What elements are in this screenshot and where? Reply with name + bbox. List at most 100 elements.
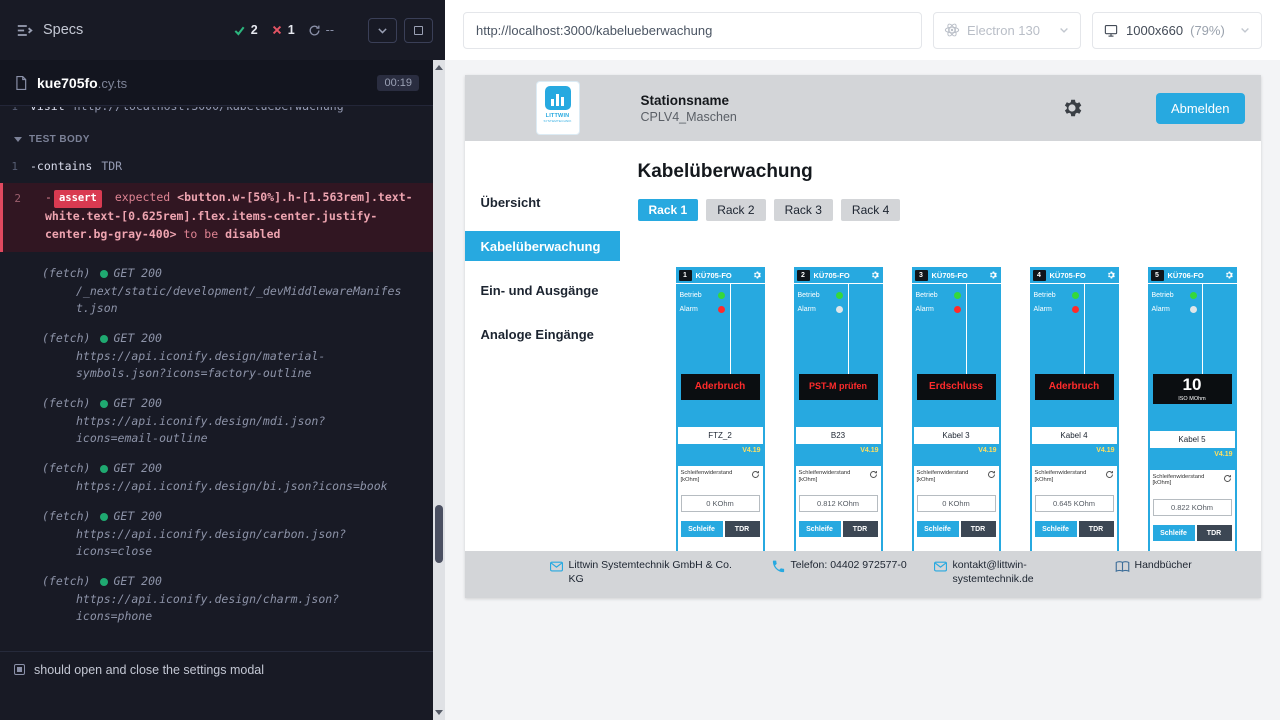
request-url: https://api.iconify.design/bi.json?icons… — [76, 478, 402, 495]
url-input[interactable] — [463, 12, 922, 49]
schleife-button[interactable]: Schleife — [1035, 521, 1077, 537]
app-sidebar: Übersicht Kabelüberwachung Ein- und Ausg… — [465, 141, 620, 551]
cable-name[interactable]: Kabel 5 — [1150, 431, 1235, 448]
cross-icon — [271, 24, 283, 36]
refresh-icon[interactable] — [751, 470, 760, 479]
card-settings-gear-icon[interactable] — [1224, 270, 1234, 280]
command-contains[interactable]: 1 -contains TDR — [0, 158, 433, 175]
email-icon — [933, 559, 948, 574]
station-info: Stationsname CPLV4_Maschen — [641, 93, 737, 124]
footer-manuals[interactable]: Handbücher — [1115, 559, 1192, 574]
settings-gear-icon[interactable] — [1060, 96, 1084, 120]
slot-number: 5 — [1151, 270, 1164, 281]
viewport-selector[interactable]: 1000x660 (79%) — [1092, 12, 1262, 49]
resistance-label: Schleifenwiderstand [kOhm] — [917, 470, 985, 483]
cable-name[interactable]: Kabel 4 — [1032, 427, 1117, 444]
scroll-down-arrow[interactable] — [435, 710, 443, 715]
card-settings-gear-icon[interactable] — [1106, 270, 1116, 280]
sidebar-item[interactable]: Ein- und Ausgänge — [465, 275, 620, 305]
network-log-row[interactable]: (fetch) GET 200 https://api.iconify.desi… — [0, 460, 433, 495]
schleife-button[interactable]: Schleife — [681, 521, 723, 537]
resistance-value: 0 KOhm — [917, 495, 996, 512]
request-url: https://api.iconify.design/carbon.json?i… — [76, 526, 402, 560]
network-log-row[interactable]: (fetch) GET 200 /_next/static/developmen… — [0, 265, 433, 317]
rack-tab[interactable]: Rack 1 — [638, 199, 699, 221]
refresh-icon[interactable] — [1223, 474, 1232, 483]
schleife-button[interactable]: Schleife — [1153, 525, 1195, 541]
sidebar-item[interactable]: Kabelüberwachung — [465, 231, 620, 261]
specs-menu-button[interactable]: Specs — [16, 22, 83, 38]
cable-name[interactable]: Kabel 3 — [914, 427, 999, 444]
refresh-icon[interactable] — [869, 470, 878, 479]
next-test-title: should open and close the settings modal — [34, 663, 264, 677]
schleife-button[interactable]: Schleife — [917, 521, 959, 537]
refresh-icon[interactable] — [1105, 470, 1114, 479]
stop-tests-button[interactable] — [404, 18, 433, 43]
runner-scrollbar[interactable] — [433, 60, 445, 720]
pending-stat: -- — [308, 23, 334, 37]
test-body-section[interactable]: TEST BODY — [14, 131, 433, 148]
command-visit[interactable]: 1 visit http://localhost:3000/kabelueber… — [0, 107, 433, 115]
slot-number: 1 — [679, 270, 692, 281]
rack-tab[interactable]: Rack 2 — [706, 199, 765, 221]
assert-badge: assert — [54, 190, 102, 209]
slot-number: 3 — [915, 270, 928, 281]
logout-button[interactable]: Abmelden — [1156, 93, 1245, 124]
scroll-up-arrow[interactable] — [435, 65, 443, 70]
status-message-display: Aderbruch — [1035, 374, 1114, 400]
browser-toolbar: Electron 130 1000x660 (79%) — [445, 0, 1280, 60]
device-model: KÜ706-FO — [1168, 271, 1204, 280]
browser-name: Electron 130 — [967, 23, 1040, 38]
firmware-version: V4.19 — [1148, 448, 1237, 464]
tdr-button[interactable]: TDR — [961, 521, 996, 537]
collapse-runner-button[interactable] — [368, 18, 397, 43]
firmware-version: V4.19 — [912, 444, 1001, 460]
failed-assert-row[interactable]: 2 -assert expected <button.w-[50%].h-[1.… — [0, 183, 433, 252]
next-test-row[interactable]: should open and close the settings modal — [0, 651, 433, 687]
tdr-button[interactable]: TDR — [843, 521, 878, 537]
spec-file-row[interactable]: kue705fo .cy.ts 00:19 — [0, 60, 433, 106]
sidebar-item[interactable]: Analoge Eingänge — [465, 319, 620, 349]
device-model: KÜ705-FO — [932, 271, 968, 280]
card-settings-gear-icon[interactable] — [870, 270, 880, 280]
rack-tab[interactable]: Rack 4 — [841, 199, 900, 221]
browser-selector[interactable]: Electron 130 — [933, 12, 1081, 49]
betrieb-status-led — [718, 292, 725, 299]
scrollbar-thumb[interactable] — [435, 505, 443, 563]
footer-phone: Telefon: 04402 972577-0 — [771, 559, 913, 574]
cable-monitor-card: 4 KÜ705-FO — [1030, 267, 1119, 551]
network-log-row[interactable]: (fetch) GET 200 https://api.iconify.desi… — [0, 395, 433, 447]
cable-name[interactable]: FTZ_2 — [678, 427, 763, 444]
sidebar-item[interactable]: Übersicht — [465, 187, 620, 217]
network-log-row[interactable]: (fetch) GET 200 https://api.iconify.desi… — [0, 573, 433, 625]
aut-stage: Electron 130 1000x660 (79%) LITTWIN SYST… — [445, 0, 1280, 720]
chevron-down-icon — [1239, 24, 1251, 36]
viewport-icon — [1103, 23, 1119, 38]
request-url: https://api.iconify.design/material-symb… — [76, 348, 402, 382]
card-settings-gear-icon[interactable] — [988, 270, 998, 280]
refresh-icon[interactable] — [987, 470, 996, 479]
rack-tab[interactable]: Rack 3 — [774, 199, 833, 221]
status-ok-dot — [100, 465, 108, 473]
cable-name[interactable]: B23 — [796, 427, 881, 444]
spec-duration-badge: 00:19 — [377, 75, 419, 91]
network-log-row[interactable]: (fetch) GET 200 https://api.iconify.desi… — [0, 330, 433, 382]
network-log-row[interactable]: (fetch) GET 200 https://api.iconify.desi… — [0, 508, 433, 560]
refresh-icon — [308, 24, 321, 37]
station-label: Stationsname — [641, 93, 737, 108]
device-model: KÜ705-FO — [696, 271, 732, 280]
resistance-label: Schleifenwiderstand [kOhm] — [1035, 470, 1103, 483]
stop-icon — [414, 26, 423, 35]
test-stats: 2 1 -- — [233, 23, 334, 37]
resistance-value: 0.812 KOhm — [799, 495, 878, 512]
alarm-status-led — [1072, 306, 1079, 313]
tdr-button[interactable]: TDR — [1079, 521, 1114, 537]
alarm-label: Alarm — [798, 306, 816, 313]
failed-count: 1 — [288, 23, 295, 37]
card-settings-gear-icon[interactable] — [752, 270, 762, 280]
passed-stat: 2 — [233, 23, 258, 37]
schleife-button[interactable]: Schleife — [799, 521, 841, 537]
tdr-button[interactable]: TDR — [1197, 525, 1232, 541]
tdr-button[interactable]: TDR — [725, 521, 760, 537]
resistance-value: 0 KOhm — [681, 495, 760, 512]
